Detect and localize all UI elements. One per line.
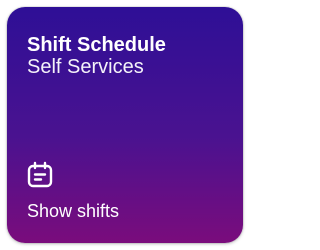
show-shifts-label: Show shifts — [27, 201, 120, 221]
tile-subtitle: Self Services — [27, 56, 144, 78]
tile-title: Shift Schedule — [27, 34, 166, 56]
shift-schedule-tile[interactable]: Shift Schedule Self Services Show shifts — [7, 7, 243, 243]
calendar-icon — [26, 161, 54, 189]
